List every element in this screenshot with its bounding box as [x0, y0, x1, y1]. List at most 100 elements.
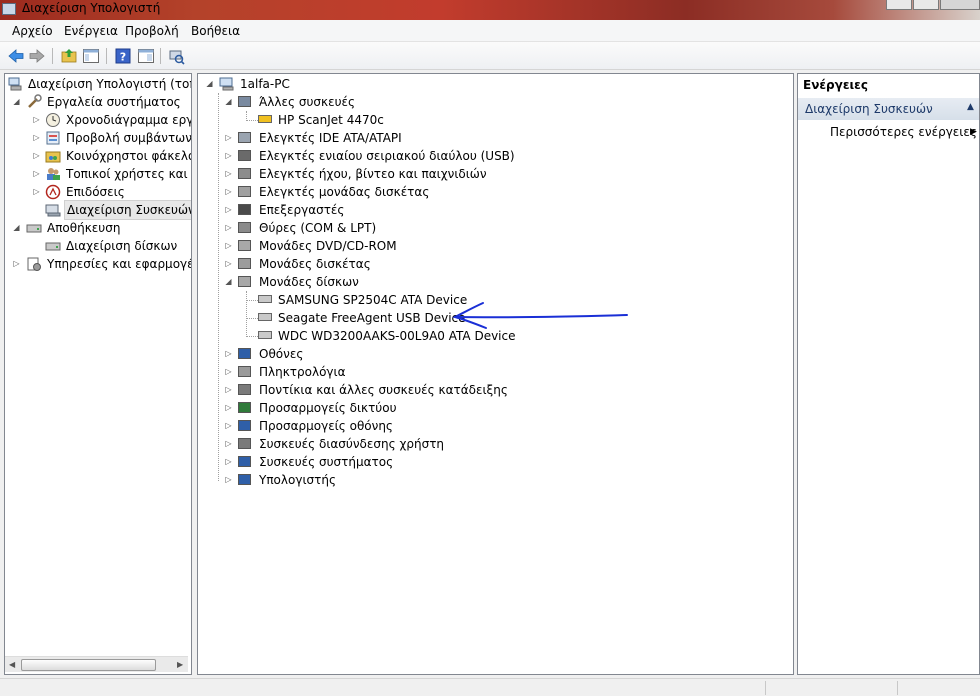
status-bar [0, 678, 980, 696]
device-category-label: Θύρες (COM & LPT) [259, 221, 377, 235]
collapse-arrow-icon[interactable]: ◢ [224, 277, 233, 286]
device-category-icon [238, 276, 251, 287]
expand-arrow-icon[interactable]: ▷ [32, 169, 41, 178]
forward-arrow-icon[interactable] [28, 47, 46, 65]
submenu-arrow-icon[interactable]: ▶ [970, 127, 977, 137]
device-item-label: HP ScanJet 4470c [278, 113, 384, 127]
scroll-left-icon[interactable]: ◀ [9, 660, 15, 669]
expand-arrow-icon[interactable]: ▷ [224, 403, 233, 412]
title-bar: Διαχείριση Υπολογιστή [0, 0, 980, 20]
expand-arrow-icon[interactable]: ▷ [32, 187, 41, 196]
toolbar-separator [160, 48, 161, 64]
more-actions-item[interactable]: Περισσότερες ενέργειες [830, 125, 977, 139]
expand-arrow-icon[interactable]: ▷ [224, 133, 233, 142]
menu-bar: Αρχείο Ενέργεια Προβολή Βοήθεια [0, 20, 980, 42]
actions-header: Ενέργειες [798, 74, 979, 96]
back-arrow-icon[interactable] [7, 47, 25, 65]
disk-management-icon [45, 242, 61, 251]
console-tree[interactable]: Διαχείριση Υπολογιστή (τοπικ ◢ Εργαλεία … [4, 73, 192, 675]
menu-file[interactable]: Αρχείο [12, 24, 53, 38]
horizontal-scrollbar[interactable]: ◀ ▶ [5, 656, 188, 672]
device-manager-icon [45, 204, 61, 217]
expand-arrow-icon[interactable]: ▷ [32, 151, 41, 160]
collapse-up-icon[interactable]: ▲ [967, 102, 974, 112]
menu-action[interactable]: Ενέργεια [64, 24, 118, 38]
tree-connector [218, 93, 219, 481]
device-category-icon [238, 348, 251, 359]
window-title: Διαχείριση Υπολογιστή [22, 1, 161, 15]
collapse-arrow-icon[interactable]: ◢ [205, 79, 214, 88]
toolbar-separator [106, 48, 107, 64]
show-hide-tree-icon[interactable] [82, 47, 100, 65]
computer-management-icon [2, 3, 16, 15]
expand-arrow-icon[interactable]: ▷ [224, 457, 233, 466]
expand-arrow-icon[interactable]: ▷ [224, 241, 233, 250]
expand-arrow-icon[interactable]: ▷ [224, 187, 233, 196]
device-category-icon [238, 384, 251, 395]
hard-disk-icon [258, 313, 272, 321]
toolbar: ? [0, 42, 980, 70]
scan-hardware-icon[interactable] [167, 47, 185, 65]
minimize-button[interactable] [886, 0, 912, 10]
menu-help[interactable]: Βοήθεια [191, 24, 240, 38]
device-category-label: Ποντίκια και άλλες συσκευές κατάδειξης [259, 383, 508, 397]
device-category-icon [238, 96, 251, 107]
menu-view[interactable]: Προβολή [125, 24, 179, 38]
actions-section-label: Διαχείριση Συσκευών [805, 102, 933, 116]
device-category-icon [238, 438, 251, 449]
expand-arrow-icon[interactable]: ▷ [224, 367, 233, 376]
expand-arrow-icon[interactable]: ▷ [224, 475, 233, 484]
device-category-label: Συσκευές συστήματος [259, 455, 394, 469]
tree-connector [246, 120, 258, 121]
device-category-label: Μονάδες δίσκων [259, 275, 359, 289]
expand-arrow-icon[interactable]: ▷ [32, 133, 41, 142]
device-item-label: Seagate FreeAgent USB Device [278, 311, 466, 325]
users-icon [47, 168, 60, 180]
scroll-right-icon[interactable]: ▶ [177, 660, 183, 669]
hard-disk-icon [258, 295, 272, 303]
expand-arrow-icon[interactable]: ▷ [32, 115, 41, 124]
device-category-label: Επεξεργαστές [259, 203, 345, 217]
device-category-icon [238, 456, 251, 467]
expand-arrow-icon[interactable]: ▷ [224, 439, 233, 448]
hard-disk-icon [258, 331, 272, 339]
expand-arrow-icon[interactable]: ▷ [224, 151, 233, 160]
tools-icon [28, 94, 42, 108]
expand-arrow-icon[interactable]: ▷ [224, 223, 233, 232]
device-category-icon [238, 168, 251, 179]
device-category-label: Μονάδες δισκέτας [259, 257, 371, 271]
expand-arrow-icon[interactable]: ▷ [224, 421, 233, 430]
expand-arrow-icon[interactable]: ▷ [224, 385, 233, 394]
actions-pane: Ενέργειες Διαχείριση Συσκευών ▲ Περισσότ… [797, 73, 980, 675]
computer-management-icon [8, 77, 22, 91]
device-category-icon [238, 204, 251, 215]
expand-arrow-icon[interactable]: ▷ [224, 169, 233, 178]
properties-icon[interactable] [137, 47, 155, 65]
scrollbar-thumb[interactable] [21, 659, 156, 671]
warning-device-icon [258, 115, 272, 123]
collapse-arrow-icon[interactable]: ◢ [12, 97, 21, 106]
device-tree[interactable]: ◢ 1alfa-PC ◢ Άλλες συσκευές HP ScanJet 447… [197, 73, 794, 675]
collapse-arrow-icon[interactable]: ◢ [12, 223, 21, 232]
tree-connector [246, 336, 258, 337]
status-divider [897, 681, 898, 695]
device-category-icon [238, 420, 251, 431]
device-category-icon [238, 474, 251, 485]
actions-section-device-manager[interactable]: Διαχείριση Συσκευών ▲ [798, 98, 979, 120]
device-category-label: Ελεγκτές IDE ATA/ATAPI [259, 131, 402, 145]
expand-arrow-icon[interactable]: ▷ [224, 259, 233, 268]
device-category-label: Ελεγκτές μονάδας δισκέτας [259, 185, 430, 199]
collapse-arrow-icon[interactable]: ◢ [224, 97, 233, 106]
up-folder-icon[interactable] [60, 47, 78, 65]
device-category-label: Συσκευές διασύνδεσης χρήστη [259, 437, 445, 451]
device-category-label: Ελεγκτές ενιαίου σειριακού διαύλου (USB) [259, 149, 515, 163]
help-icon[interactable]: ? [114, 47, 132, 65]
performance-icon [45, 184, 61, 200]
expand-arrow-icon[interactable]: ▷ [12, 259, 21, 268]
device-item-label: WDC WD3200AAKS-00L9A0 ATA Device [278, 329, 516, 343]
maximize-button[interactable] [913, 0, 939, 10]
close-button[interactable] [940, 0, 980, 10]
device-category-icon [238, 132, 251, 143]
expand-arrow-icon[interactable]: ▷ [224, 349, 233, 358]
expand-arrow-icon[interactable]: ▷ [224, 205, 233, 214]
